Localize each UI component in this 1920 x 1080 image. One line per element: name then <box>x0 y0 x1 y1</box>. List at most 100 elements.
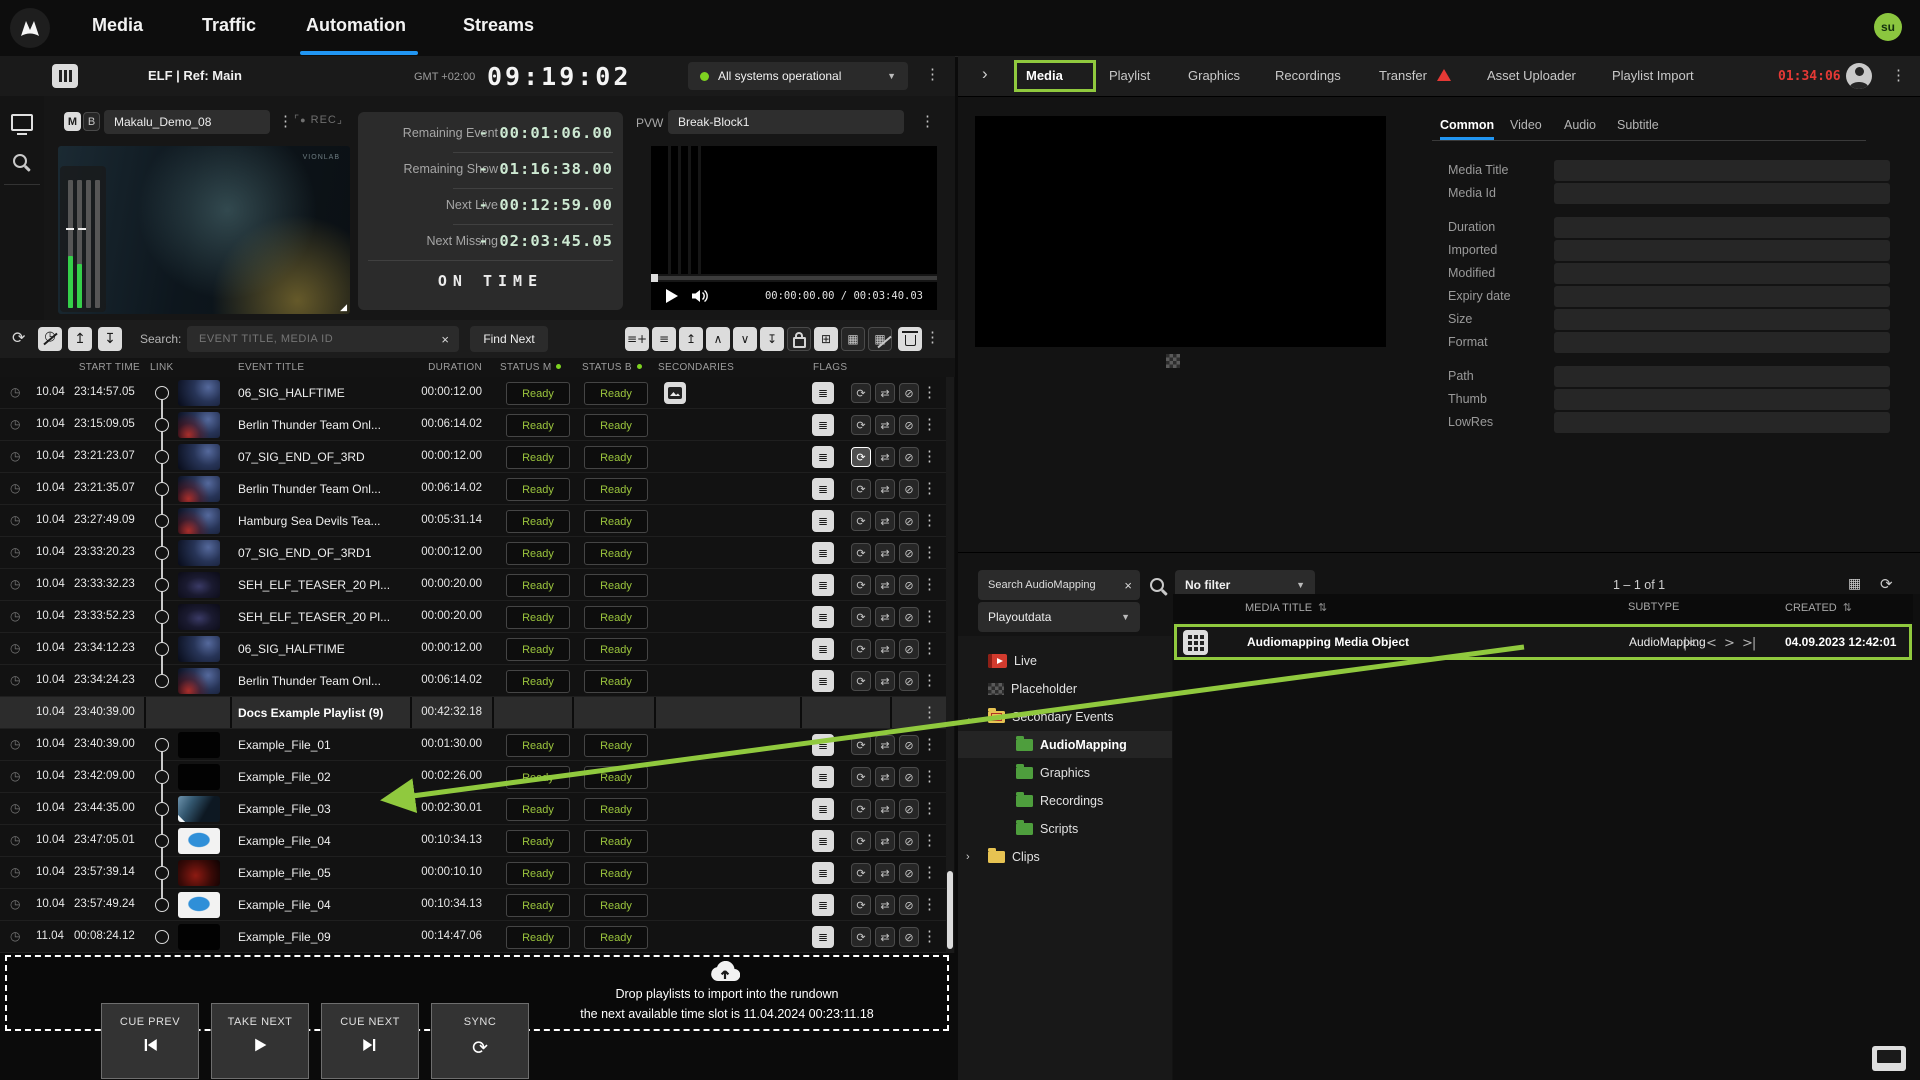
nav-tab-streams[interactable]: Streams <box>463 15 534 36</box>
event-thumbnail[interactable] <box>178 860 220 886</box>
row-kebab-menu[interactable]: ⋮ <box>922 385 937 400</box>
details-tab-common[interactable]: Common <box>1440 118 1494 132</box>
flag-disabled-button[interactable]: ⊘ <box>899 383 919 403</box>
nav-tab-media[interactable]: Media <box>92 15 143 36</box>
row-kebab-menu[interactable]: ⋮ <box>922 705 937 720</box>
flag-swap-button[interactable]: ⇄ <box>875 447 895 467</box>
user-avatar[interactable]: su <box>1874 13 1902 41</box>
insert-row-button[interactable]: ≡+ <box>625 327 649 351</box>
move-top-button[interactable]: ↥ <box>679 327 703 351</box>
row-kebab-menu[interactable]: ⋮ <box>922 897 937 912</box>
media-panel-tab-transfer[interactable]: Transfer <box>1379 68 1427 83</box>
flag-list-button[interactable]: ≣ <box>812 734 834 756</box>
tree-root-select[interactable]: Playoutdata ▼ <box>978 602 1140 632</box>
flag-swap-button[interactable]: ⇄ <box>875 543 895 563</box>
flag-disabled-button[interactable]: ⊘ <box>899 543 919 563</box>
secondaries-graphic-icon[interactable] <box>664 382 686 404</box>
field-input-size[interactable] <box>1554 309 1890 330</box>
flag-loop-button[interactable]: ⟳ <box>851 799 871 819</box>
flag-disabled-button[interactable]: ⊘ <box>899 415 919 435</box>
chevron-right-icon[interactable]: › <box>966 851 970 863</box>
column-header-link[interactable]: LINK <box>150 362 173 373</box>
pgm-video-preview[interactable]: VIONLAB ◢ <box>58 146 350 314</box>
rundown-search-input[interactable] <box>197 332 442 346</box>
pgm-kebab-menu[interactable]: ⋮ <box>278 114 293 129</box>
pgm-fullscreen-icon[interactable]: ◢ <box>340 302 347 313</box>
tree-item-placeholder[interactable]: Placeholder <box>958 676 1200 702</box>
media-panel-tab-graphics[interactable]: Graphics <box>1188 68 1240 83</box>
event-thumbnail[interactable] <box>178 892 220 918</box>
event-thumbnail[interactable] <box>178 444 220 470</box>
transport-cue-next-button[interactable]: CUE NEXT <box>321 1003 419 1079</box>
event-thumbnail[interactable] <box>178 764 220 790</box>
rundown-row[interactable]: ◷ 10.04 23:40:39.00 Example_File_01 00:01:30… <box>0 729 946 762</box>
event-thumbnail[interactable] <box>178 924 220 950</box>
pvw-progress-bar[interactable] <box>651 274 937 282</box>
flag-swap-button[interactable]: ⇄ <box>875 799 895 819</box>
link-circle[interactable] <box>155 898 169 912</box>
lock-button[interactable] <box>787 327 811 351</box>
flag-disabled-button[interactable]: ⊘ <box>899 639 919 659</box>
link-circle[interactable] <box>155 866 169 880</box>
refresh-icon[interactable]: ⟳ <box>12 328 25 347</box>
app-logo[interactable] <box>10 8 50 48</box>
flag-disabled-button[interactable]: ⊘ <box>899 671 919 691</box>
pgm-mode-b-button[interactable]: B <box>83 112 100 131</box>
flag-loop-button[interactable]: ⟳ <box>851 607 871 627</box>
rundown-row[interactable]: ◷ 10.04 23:15:09.05 Berlin Thunder Team Onl… <box>0 409 946 442</box>
tree-item-secondary-events[interactable]: ⌄ Secondary Events <box>958 704 1200 730</box>
flag-swap-button[interactable]: ⇄ <box>875 639 895 659</box>
rundown-group-row[interactable]: 10.04 23:40:39.00 Docs Example Playlist (9… <box>0 697 946 729</box>
column-header-status-b[interactable]: STATUS B <box>582 362 642 373</box>
layout-grid-button[interactable] <box>52 64 78 88</box>
link-circle[interactable] <box>155 610 169 624</box>
flag-list-button[interactable]: ≣ <box>812 446 834 468</box>
row-kebab-menu[interactable]: ⋮ <box>922 545 937 560</box>
flag-swap-button[interactable]: ⇄ <box>875 767 895 787</box>
link-circle[interactable] <box>155 674 169 688</box>
event-thumbnail[interactable] <box>178 668 220 694</box>
flag-loop-button[interactable]: ⟳ <box>851 767 871 787</box>
prev-page-icon[interactable]: < <box>1706 636 1717 651</box>
col-created[interactable]: CREATED ⇅ <box>1785 601 1852 614</box>
flag-list-button[interactable]: ≣ <box>812 478 834 500</box>
media-table-row[interactable]: Audiomapping Media Object AudioMapping 0… <box>1174 624 1912 660</box>
tree-item-clips[interactable]: › Clips <box>958 844 1200 870</box>
monitor-view-button[interactable] <box>11 114 33 135</box>
flag-loop-button[interactable]: ⟳ <box>851 863 871 883</box>
link-circle[interactable] <box>155 802 169 816</box>
column-header-event-title[interactable]: EVENT TITLE <box>238 362 304 373</box>
flag-loop-button[interactable]: ⟳ <box>851 735 871 755</box>
flag-swap-button[interactable]: ⇄ <box>875 479 895 499</box>
keypad-button[interactable]: ⊞ <box>814 327 838 351</box>
system-status-dropdown[interactable]: All systems operational ▼ <box>688 62 908 90</box>
row-kebab-menu[interactable]: ⋮ <box>922 481 937 496</box>
volume-icon[interactable] <box>692 289 709 303</box>
flag-list-button[interactable]: ≣ <box>812 542 834 564</box>
person-icon[interactable] <box>1846 63 1872 89</box>
flag-disabled-button[interactable]: ⊘ <box>899 831 919 851</box>
pvw-playhead[interactable] <box>651 274 658 282</box>
rundown-row[interactable]: ◷ 10.04 23:21:23.07 07_SIG_END_OF_3RD 00:00:… <box>0 441 946 474</box>
field-input-media-id[interactable] <box>1554 183 1890 204</box>
flag-swap-button[interactable]: ⇄ <box>875 511 895 531</box>
field-input-path[interactable] <box>1554 366 1890 387</box>
header-kebab-menu[interactable]: ⋮ <box>925 67 940 82</box>
flag-list-button[interactable]: ≣ <box>812 894 834 916</box>
details-tab-video[interactable]: Video <box>1510 118 1542 132</box>
flag-swap-button[interactable]: ⇄ <box>875 671 895 691</box>
col-media-title[interactable]: MEDIA TITLE ⇅ <box>1245 601 1327 614</box>
pgm-mode-m-button[interactable]: M <box>64 112 81 131</box>
clear-search-icon[interactable]: × <box>441 332 449 347</box>
event-thumbnail[interactable] <box>178 380 220 406</box>
field-input-imported[interactable] <box>1554 240 1890 261</box>
flag-disabled-button[interactable]: ⊘ <box>899 767 919 787</box>
event-thumbnail[interactable] <box>178 604 220 630</box>
rundown-row[interactable]: ◷ 10.04 23:33:52.23 SEH_ELF_TEASER_20 Pl...… <box>0 601 946 634</box>
row-kebab-menu[interactable]: ⋮ <box>922 833 937 848</box>
media-panel-tab-playlist-import[interactable]: Playlist Import <box>1612 68 1694 83</box>
first-page-icon[interactable]: |< <box>1683 636 1697 651</box>
grid-view-icon[interactable]: ▦ <box>1848 576 1861 592</box>
media-panel-tab-asset-uploader[interactable]: Asset Uploader <box>1487 68 1576 83</box>
rundown-row[interactable]: ◷ 10.04 23:34:24.23 Berlin Thunder Team Onl… <box>0 665 946 697</box>
